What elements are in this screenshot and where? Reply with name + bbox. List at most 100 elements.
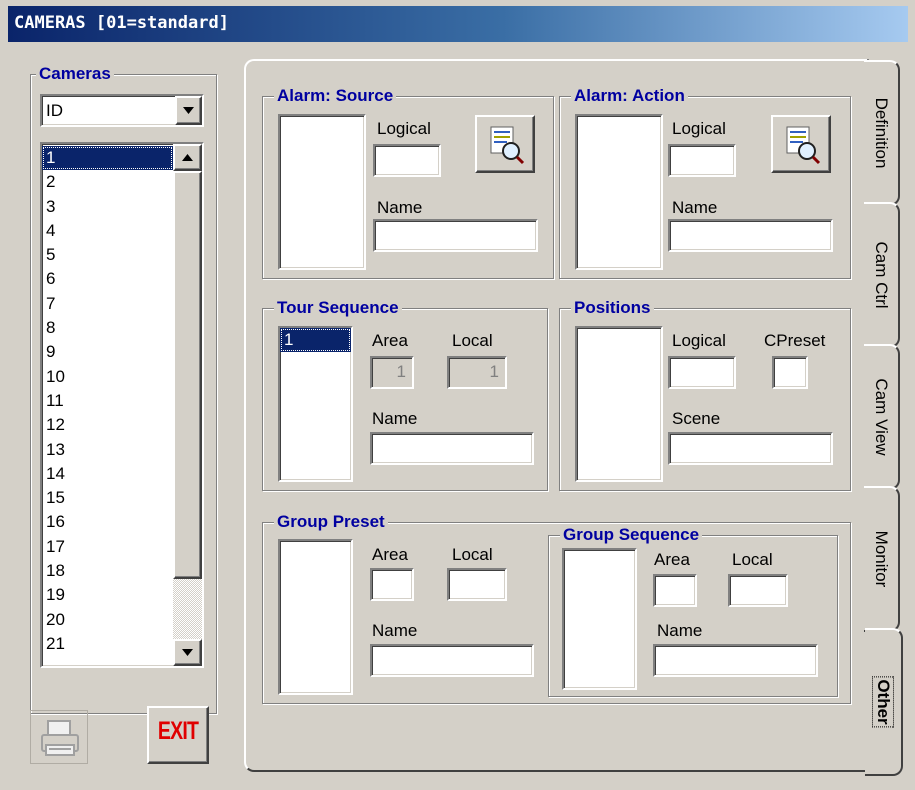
- camera-list-item[interactable]: 7: [42, 292, 173, 316]
- camera-list-item[interactable]: 21: [42, 632, 173, 656]
- tab-cam-view[interactable]: Cam View: [864, 344, 900, 490]
- camera-list-item[interactable]: 20: [42, 608, 173, 632]
- camera-list-item[interactable]: 17: [42, 535, 173, 559]
- group-sequence-local-label: Local: [732, 550, 773, 569]
- alarm-action-title: Alarm: Action: [571, 87, 688, 105]
- positions-title: Positions: [571, 299, 654, 317]
- positions-logical-input[interactable]: [668, 356, 736, 389]
- camera-list-item[interactable]: 18: [42, 559, 173, 583]
- window-title: CAMERAS [01=standard]: [14, 13, 229, 33]
- group-preset-name-label: Name: [372, 621, 418, 640]
- scroll-track[interactable]: [173, 579, 202, 639]
- tab-cam-ctrl[interactable]: Cam Ctrl: [864, 202, 900, 348]
- dropdown-arrow-button[interactable]: [175, 96, 202, 125]
- alarm-action-browse-button[interactable]: [771, 115, 831, 173]
- group-sequence-area-input[interactable]: [653, 574, 697, 607]
- cameras-group-title: Cameras: [36, 65, 114, 83]
- tab-monitor-label: Monitor: [872, 530, 891, 588]
- group-preset-local-input[interactable]: [447, 568, 507, 601]
- camera-list-item[interactable]: 11: [42, 389, 173, 413]
- group-sequence-title: Group Sequence: [560, 526, 703, 544]
- group-sequence-local-input[interactable]: [728, 574, 788, 607]
- camera-list-scrollbar[interactable]: [173, 144, 202, 666]
- chevron-down-icon: [183, 107, 194, 114]
- camera-list-item[interactable]: 15: [42, 486, 173, 510]
- tour-area-input[interactable]: 1: [370, 356, 414, 389]
- printer-icon: [41, 720, 79, 756]
- camera-list-items: 1 2 3 4 5 6 7 8 9 10 11 12 13 14 15 16 17 18 19 20 21: [42, 146, 173, 656]
- camera-list-item[interactable]: 3: [42, 195, 173, 219]
- camera-list-item[interactable]: 5: [42, 243, 173, 267]
- alarm-action-list[interactable]: [575, 114, 663, 270]
- sort-by-value: ID: [46, 101, 63, 120]
- group-preset-name-input[interactable]: [370, 644, 534, 677]
- tour-sequence-title: Tour Sequence: [274, 299, 402, 317]
- app-window: CAMERAS [01=standard] Cameras ID 1234567…: [0, 0, 915, 790]
- positions-list[interactable]: [575, 326, 663, 482]
- camera-list-item[interactable]: 10: [42, 365, 173, 389]
- alarm-source-name-label: Name: [377, 198, 423, 217]
- tour-sequence-item[interactable]: 1: [280, 328, 351, 352]
- tab-cam-ctrl-label: Cam Ctrl: [872, 241, 891, 309]
- camera-list-item[interactable]: 13: [42, 438, 173, 462]
- alarm-source-list[interactable]: [278, 114, 366, 270]
- positions-cpreset-label: CPreset: [764, 331, 826, 350]
- tour-sequence-list[interactable]: 1: [278, 326, 353, 482]
- positions-cpreset-input[interactable]: [772, 356, 808, 389]
- exit-button[interactable]: EXIT: [147, 706, 209, 764]
- camera-list-item[interactable]: 8: [42, 316, 173, 340]
- group-sequence-name-label: Name: [657, 621, 703, 640]
- scroll-down-button[interactable]: [173, 639, 202, 666]
- positions-scene-input[interactable]: [668, 432, 833, 465]
- alarm-source-browse-button[interactable]: [475, 115, 535, 173]
- group-preset-title: Group Preset: [274, 513, 388, 531]
- alarm-source-logical-label: Logical: [377, 119, 431, 138]
- camera-list-item[interactable]: 12: [42, 413, 173, 437]
- alarm-action-logical-input[interactable]: [668, 144, 736, 177]
- camera-list-item[interactable]: 1: [42, 146, 173, 171]
- group-sequence-name-input[interactable]: [653, 644, 818, 677]
- positions-scene-label: Scene: [672, 409, 721, 428]
- camera-list[interactable]: 1 2 3 4 5 6 7 8 9 10 11 12 13 14 15 16 17 18 19 20 21: [40, 142, 204, 668]
- tour-name-label: Name: [372, 409, 418, 428]
- title-bar[interactable]: CAMERAS [01=standard]: [8, 6, 908, 42]
- group-preset-area-label: Area: [372, 545, 408, 564]
- tab-other-label: Other: [872, 674, 894, 730]
- tour-area-label: Area: [372, 331, 408, 350]
- alarm-action-logical-label: Logical: [672, 119, 726, 138]
- camera-list-item[interactable]: 16: [42, 510, 173, 534]
- tour-local-label: Local: [452, 331, 493, 350]
- scroll-up-button[interactable]: [173, 144, 202, 171]
- camera-list-item[interactable]: 4: [42, 219, 173, 243]
- magnifier-icon: [786, 126, 821, 165]
- alarm-source-logical-input[interactable]: [373, 144, 441, 177]
- alarm-action-name-label: Name: [672, 198, 718, 217]
- tab-other[interactable]: Other: [865, 628, 903, 776]
- tour-name-input[interactable]: [370, 432, 534, 465]
- exit-label: EXIT: [157, 717, 199, 745]
- tab-monitor[interactable]: Monitor: [864, 486, 900, 632]
- sort-by-dropdown[interactable]: ID: [40, 94, 204, 127]
- alarm-source-title: Alarm: Source: [274, 87, 397, 105]
- magnifier-icon: [490, 126, 525, 165]
- alarm-source-name-input[interactable]: [373, 219, 538, 252]
- group-preset-list[interactable]: [278, 539, 353, 695]
- arrow-down-icon: [182, 649, 193, 656]
- group-preset-area-input[interactable]: [370, 568, 414, 601]
- alarm-action-name-input[interactable]: [668, 219, 833, 252]
- tour-local-input[interactable]: 1: [447, 356, 507, 389]
- camera-list-item[interactable]: 6: [42, 267, 173, 291]
- camera-list-item[interactable]: 19: [42, 583, 173, 607]
- scroll-thumb[interactable]: [173, 171, 202, 579]
- tab-definition[interactable]: Definition: [864, 60, 900, 206]
- tab-cam-view-label: Cam View: [872, 378, 891, 456]
- arrow-up-icon: [182, 154, 193, 161]
- print-button[interactable]: [30, 710, 88, 764]
- group-sequence-area-label: Area: [654, 550, 690, 569]
- camera-list-item[interactable]: 9: [42, 340, 173, 364]
- positions-logical-label: Logical: [672, 331, 726, 350]
- client-area: Cameras ID 1 2 3 4 5 6 7 8 9 10 11 12 13 14 15 16 17 18 19…: [8, 42, 908, 790]
- group-sequence-list[interactable]: [562, 548, 637, 690]
- camera-list-item[interactable]: 2: [42, 170, 173, 194]
- camera-list-item[interactable]: 14: [42, 462, 173, 486]
